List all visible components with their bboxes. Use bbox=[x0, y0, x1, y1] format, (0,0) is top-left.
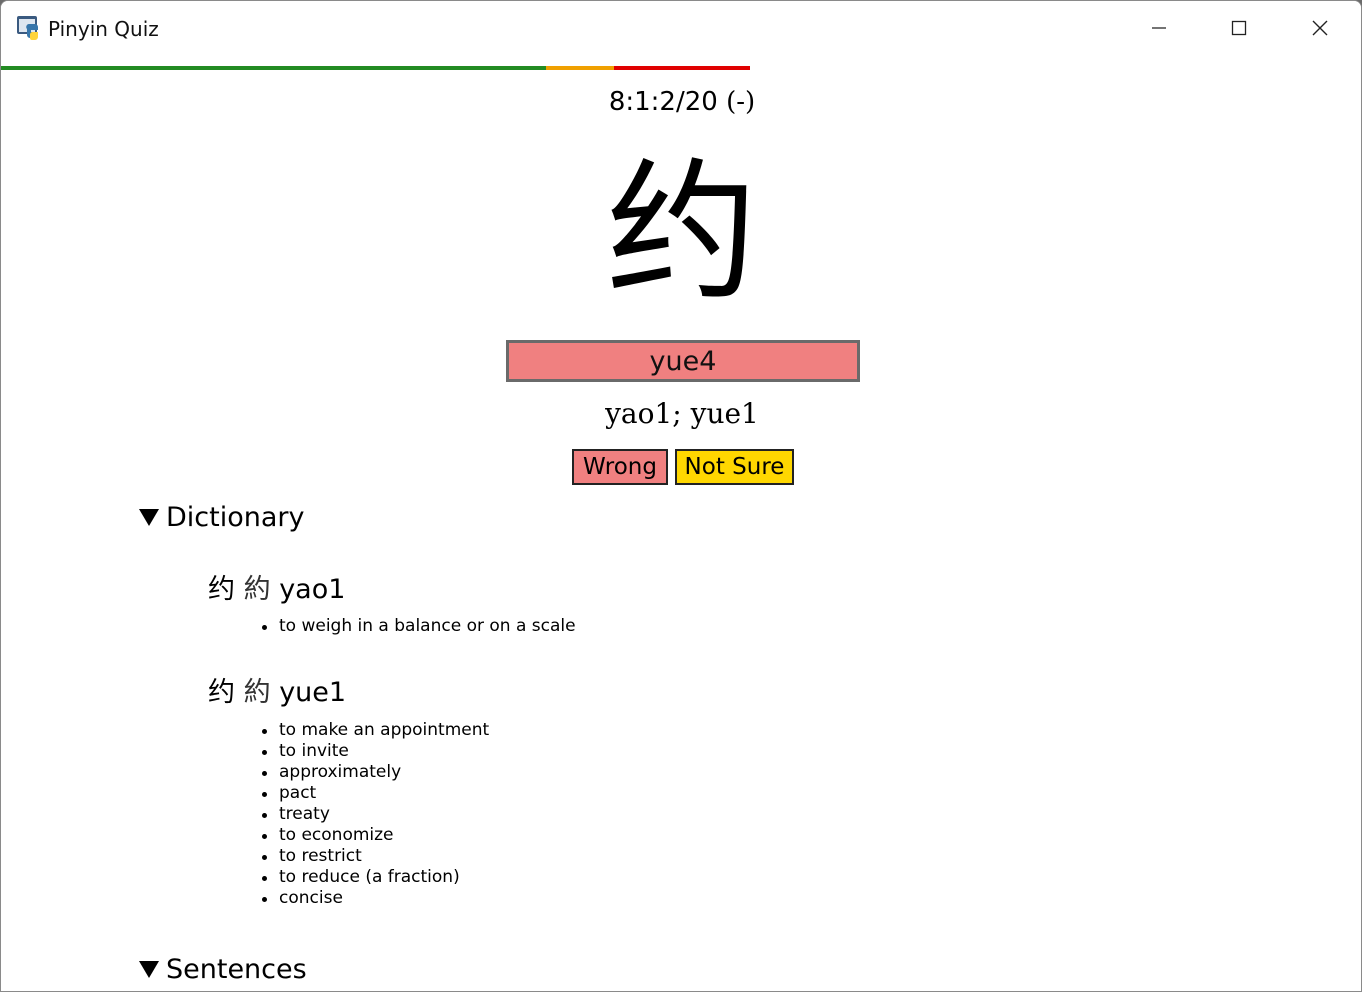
app-window: Pinyin Quiz 8:1:2/20 (-) 约 yao1; yue1 Wr… bbox=[0, 0, 1362, 992]
maximize-button[interactable] bbox=[1199, 1, 1279, 55]
disclosure-triangle-icon bbox=[139, 509, 159, 526]
dictionary-toggle[interactable]: Dictionary bbox=[138, 502, 304, 533]
answer-input[interactable] bbox=[506, 340, 860, 382]
entry-pinyin: yao1 bbox=[279, 574, 346, 605]
quiz-character: 约 bbox=[606, 144, 758, 321]
entry-traditional: 約 bbox=[243, 677, 271, 708]
definition-item: to restrict bbox=[261, 846, 489, 867]
sentences-toggle[interactable]: Sentences bbox=[138, 954, 307, 985]
counter-suffix: (-) bbox=[726, 87, 756, 117]
python-icon bbox=[17, 16, 38, 40]
minimize-icon bbox=[1152, 27, 1166, 29]
progress-correct-segment bbox=[1, 66, 546, 70]
definition-item: to reduce (a fraction) bbox=[261, 867, 489, 888]
definition-list: to weigh in a balance or on a scale bbox=[262, 616, 576, 637]
definition-item: to invite bbox=[261, 741, 489, 762]
dictionary-entry-heading: 约 約 yue1 bbox=[208, 670, 346, 709]
minimize-button[interactable] bbox=[1119, 1, 1199, 55]
maximize-icon bbox=[1231, 20, 1247, 36]
entry-simplified: 约 bbox=[208, 574, 235, 605]
progress-not-sure-segment bbox=[546, 66, 614, 70]
definition-item: to make an appointment bbox=[261, 720, 490, 740]
window-title: Pinyin Quiz bbox=[48, 17, 159, 41]
definition-item: treaty bbox=[261, 804, 489, 825]
definition-item: to economize bbox=[261, 825, 489, 846]
counter-value: 8:1:2/20 bbox=[608, 87, 718, 117]
wrong-button[interactable]: Wrong bbox=[572, 449, 668, 485]
sentences-heading: Sentences bbox=[166, 954, 307, 985]
not-sure-button[interactable]: Not Sure bbox=[675, 449, 794, 485]
entry-simplified: 约 bbox=[208, 677, 235, 708]
entry-pinyin: yue1 bbox=[279, 677, 347, 708]
correct-answer: yao1; yue1 bbox=[605, 397, 759, 430]
title-bar[interactable]: Pinyin Quiz bbox=[1, 1, 1361, 55]
dictionary-entry-heading: 约 約 yao1 bbox=[208, 567, 345, 606]
definition-item: pact bbox=[261, 783, 489, 804]
close-icon bbox=[1312, 20, 1328, 36]
disclosure-triangle-icon bbox=[139, 961, 159, 978]
definition-list: to make an appointment to invite approxi… bbox=[261, 720, 490, 909]
close-button[interactable] bbox=[1280, 1, 1360, 55]
quiz-counter: 8:1:2/20 (-) bbox=[1, 87, 1361, 117]
dictionary-heading: Dictionary bbox=[166, 502, 305, 533]
progress-wrong-segment bbox=[614, 66, 750, 70]
entry-traditional: 約 bbox=[243, 574, 271, 605]
definition-item: concise bbox=[261, 888, 489, 909]
definition-item: to weigh in a balance or on a scale bbox=[262, 616, 576, 636]
definition-item: approximately bbox=[261, 762, 489, 783]
